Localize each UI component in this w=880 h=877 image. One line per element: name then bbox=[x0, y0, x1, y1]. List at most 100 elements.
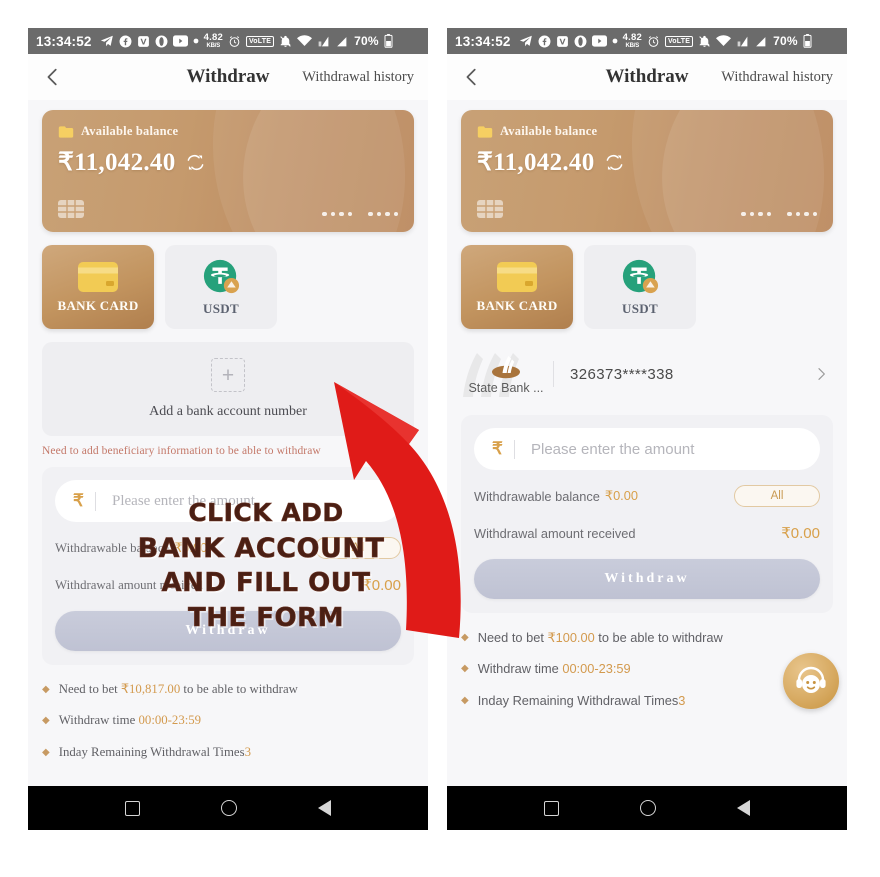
withdrawal-history-link[interactable]: Withdrawal history bbox=[721, 69, 833, 86]
tab-usdt[interactable]: USDT bbox=[584, 245, 696, 329]
opera-icon bbox=[155, 35, 168, 48]
tab-bank-card[interactable]: BANK CARD bbox=[42, 245, 154, 329]
telegram-icon bbox=[519, 34, 533, 48]
status-time: 13:34:52 bbox=[455, 33, 511, 49]
battery-percent: 70% bbox=[354, 34, 379, 48]
amount-input-left[interactable]: ₹ Please enter the amount bbox=[55, 480, 401, 522]
signal-2-icon bbox=[335, 35, 348, 48]
back-chevron-icon[interactable] bbox=[461, 66, 483, 88]
bank-name-label: State Bank ... bbox=[468, 381, 544, 395]
withdrawable-balance-row: Withdrawable balance ₹0.00 All bbox=[474, 485, 820, 507]
refresh-icon[interactable] bbox=[605, 153, 624, 172]
square-recents-icon[interactable] bbox=[124, 800, 140, 816]
note-item: ◆ Need to bet ₹10,817.00 to be able to w… bbox=[42, 681, 414, 698]
rupee-symbol-icon: ₹ bbox=[492, 439, 503, 458]
network-speed-unit: KB/S bbox=[206, 42, 221, 49]
triangle-back-icon[interactable] bbox=[737, 800, 751, 816]
signal-2-icon bbox=[754, 35, 767, 48]
note-text: Withdraw time 00:00-23:59 bbox=[477, 661, 631, 677]
telegram-icon bbox=[100, 34, 114, 48]
bank-card-icon bbox=[77, 261, 119, 293]
input-divider bbox=[514, 439, 515, 459]
circle-home-icon[interactable] bbox=[639, 800, 656, 816]
card-chip-icon bbox=[477, 200, 503, 218]
balance-card: Available balance ₹11,042.40 bbox=[42, 110, 414, 232]
received-amount-value: ₹0.00 bbox=[781, 525, 820, 542]
signal-1-icon bbox=[317, 35, 330, 48]
youtube-icon bbox=[591, 35, 607, 47]
screenshot-root: 13:34:52 4.82 KB/S VoLTE 70% Withdraw Wi… bbox=[0, 0, 880, 877]
withdrawable-balance-value: ₹0.00 bbox=[604, 488, 638, 503]
received-amount-label: Withdrawal amount received bbox=[474, 525, 636, 541]
bullet-diamond-icon: ◆ bbox=[42, 715, 50, 727]
selected-bank-account-row[interactable]: State Bank ... 326373****338 bbox=[461, 343, 833, 405]
balance-amount: ₹11,042.40 bbox=[58, 149, 176, 176]
withdraw-form-left: ₹ Please enter the amount Withdrawable b… bbox=[42, 467, 414, 665]
note-item: ◆ Inday Remaining Withdrawal Times3 bbox=[42, 744, 414, 761]
signal-1-icon bbox=[736, 35, 749, 48]
android-nav-bar-left bbox=[28, 786, 428, 830]
network-speed-unit: KB/S bbox=[625, 42, 640, 49]
bullet-diamond-icon: ◆ bbox=[42, 684, 50, 695]
all-amount-button[interactable]: All bbox=[734, 485, 820, 507]
back-chevron-icon[interactable] bbox=[42, 66, 64, 88]
balance-label: Available balance bbox=[500, 124, 598, 138]
tab-usdt[interactable]: USDT bbox=[165, 245, 277, 329]
v-app-icon bbox=[137, 35, 150, 48]
circle-home-icon[interactable] bbox=[220, 800, 237, 816]
beneficiary-warning: Need to add beneficiary information to b… bbox=[42, 445, 321, 457]
amount-input-placeholder: Please enter the amount bbox=[531, 440, 695, 458]
refresh-icon[interactable] bbox=[186, 153, 205, 172]
note-text: Inday Remaining Withdrawal Times3 bbox=[477, 692, 686, 708]
note-item: ◆ Inday Remaining Withdrawal Times3 bbox=[461, 692, 833, 709]
network-speed: 4.82 KB/S bbox=[204, 33, 223, 49]
payment-method-tabs: BANK CARD USDT bbox=[461, 245, 833, 329]
bank-brand: State Bank ... bbox=[463, 353, 549, 395]
withdrawal-history-link[interactable]: Withdrawal history bbox=[302, 69, 414, 86]
triangle-back-icon[interactable] bbox=[318, 800, 332, 816]
card-number-dots bbox=[322, 211, 398, 216]
all-amount-button[interactable]: All bbox=[315, 537, 401, 559]
facebook-icon bbox=[119, 35, 132, 48]
withdraw-submit-button[interactable]: Withdraw bbox=[55, 611, 401, 651]
square-recents-icon[interactable] bbox=[543, 800, 559, 816]
app-bar-left: Withdraw Withdrawal history bbox=[28, 54, 428, 100]
battery-icon bbox=[803, 34, 812, 48]
plus-icon: + bbox=[211, 358, 245, 392]
support-chat-button[interactable] bbox=[783, 653, 839, 709]
note-item: ◆ Withdraw time 00:00-23:59 bbox=[42, 712, 414, 729]
withdraw-form-right: ₹ Please enter the amount Withdrawable b… bbox=[461, 415, 833, 613]
tab-bank-card[interactable]: BANK CARD bbox=[461, 245, 573, 329]
phone-screen-right: 13:34:52 4.82 KB/S VoLTE 70% Withdraw Wi… bbox=[447, 28, 847, 830]
bank-row-divider bbox=[553, 361, 554, 387]
rupee-symbol-icon: ₹ bbox=[73, 491, 84, 510]
notes-list-left: ◆ Need to bet ₹10,817.00 to be able to w… bbox=[42, 681, 414, 761]
balance-label: Available balance bbox=[81, 124, 179, 138]
withdrawable-balance-label: Withdrawable balance bbox=[55, 540, 170, 555]
opera-icon bbox=[574, 35, 587, 48]
received-amount-label: Withdrawal amount received bbox=[55, 577, 204, 592]
note-text: Need to bet ₹100.00 to be able to withdr… bbox=[477, 630, 723, 645]
volte-icon: VoLTE bbox=[245, 35, 275, 47]
bank-card-icon bbox=[496, 261, 538, 293]
withdraw-submit-button[interactable]: Withdraw bbox=[474, 559, 820, 599]
tab-usdt-label: USDT bbox=[203, 300, 239, 316]
sbi-flame-icon bbox=[489, 353, 523, 379]
add-bank-account-button[interactable]: + Add a bank account number bbox=[42, 342, 414, 436]
tab-bank-card-label: BANK CARD bbox=[476, 297, 558, 313]
phone-screen-left: 13:34:52 4.82 KB/S VoLTE 70% Withdraw Wi… bbox=[28, 28, 428, 830]
add-bank-account-label: Add a bank account number bbox=[149, 404, 307, 419]
status-time: 13:34:52 bbox=[36, 33, 92, 49]
app-bar-right: Withdraw Withdrawal history bbox=[447, 54, 847, 100]
usdt-icon bbox=[621, 258, 659, 296]
amount-input-right[interactable]: ₹ Please enter the amount bbox=[474, 428, 820, 470]
received-amount-row: Withdrawal amount received ₹0.00 bbox=[55, 574, 401, 596]
network-speed-value: 4.82 bbox=[622, 32, 642, 44]
chevron-right-icon[interactable] bbox=[813, 366, 829, 382]
note-text: Withdraw time 00:00-23:59 bbox=[58, 713, 202, 728]
amount-input-placeholder: Please enter the amount bbox=[112, 492, 255, 509]
balance-amount: ₹11,042.40 bbox=[477, 149, 595, 176]
status-bar-left: 13:34:52 4.82 KB/S VoLTE 70% bbox=[28, 28, 428, 54]
android-nav-bar-right bbox=[447, 786, 847, 830]
alarm-icon bbox=[228, 35, 241, 48]
